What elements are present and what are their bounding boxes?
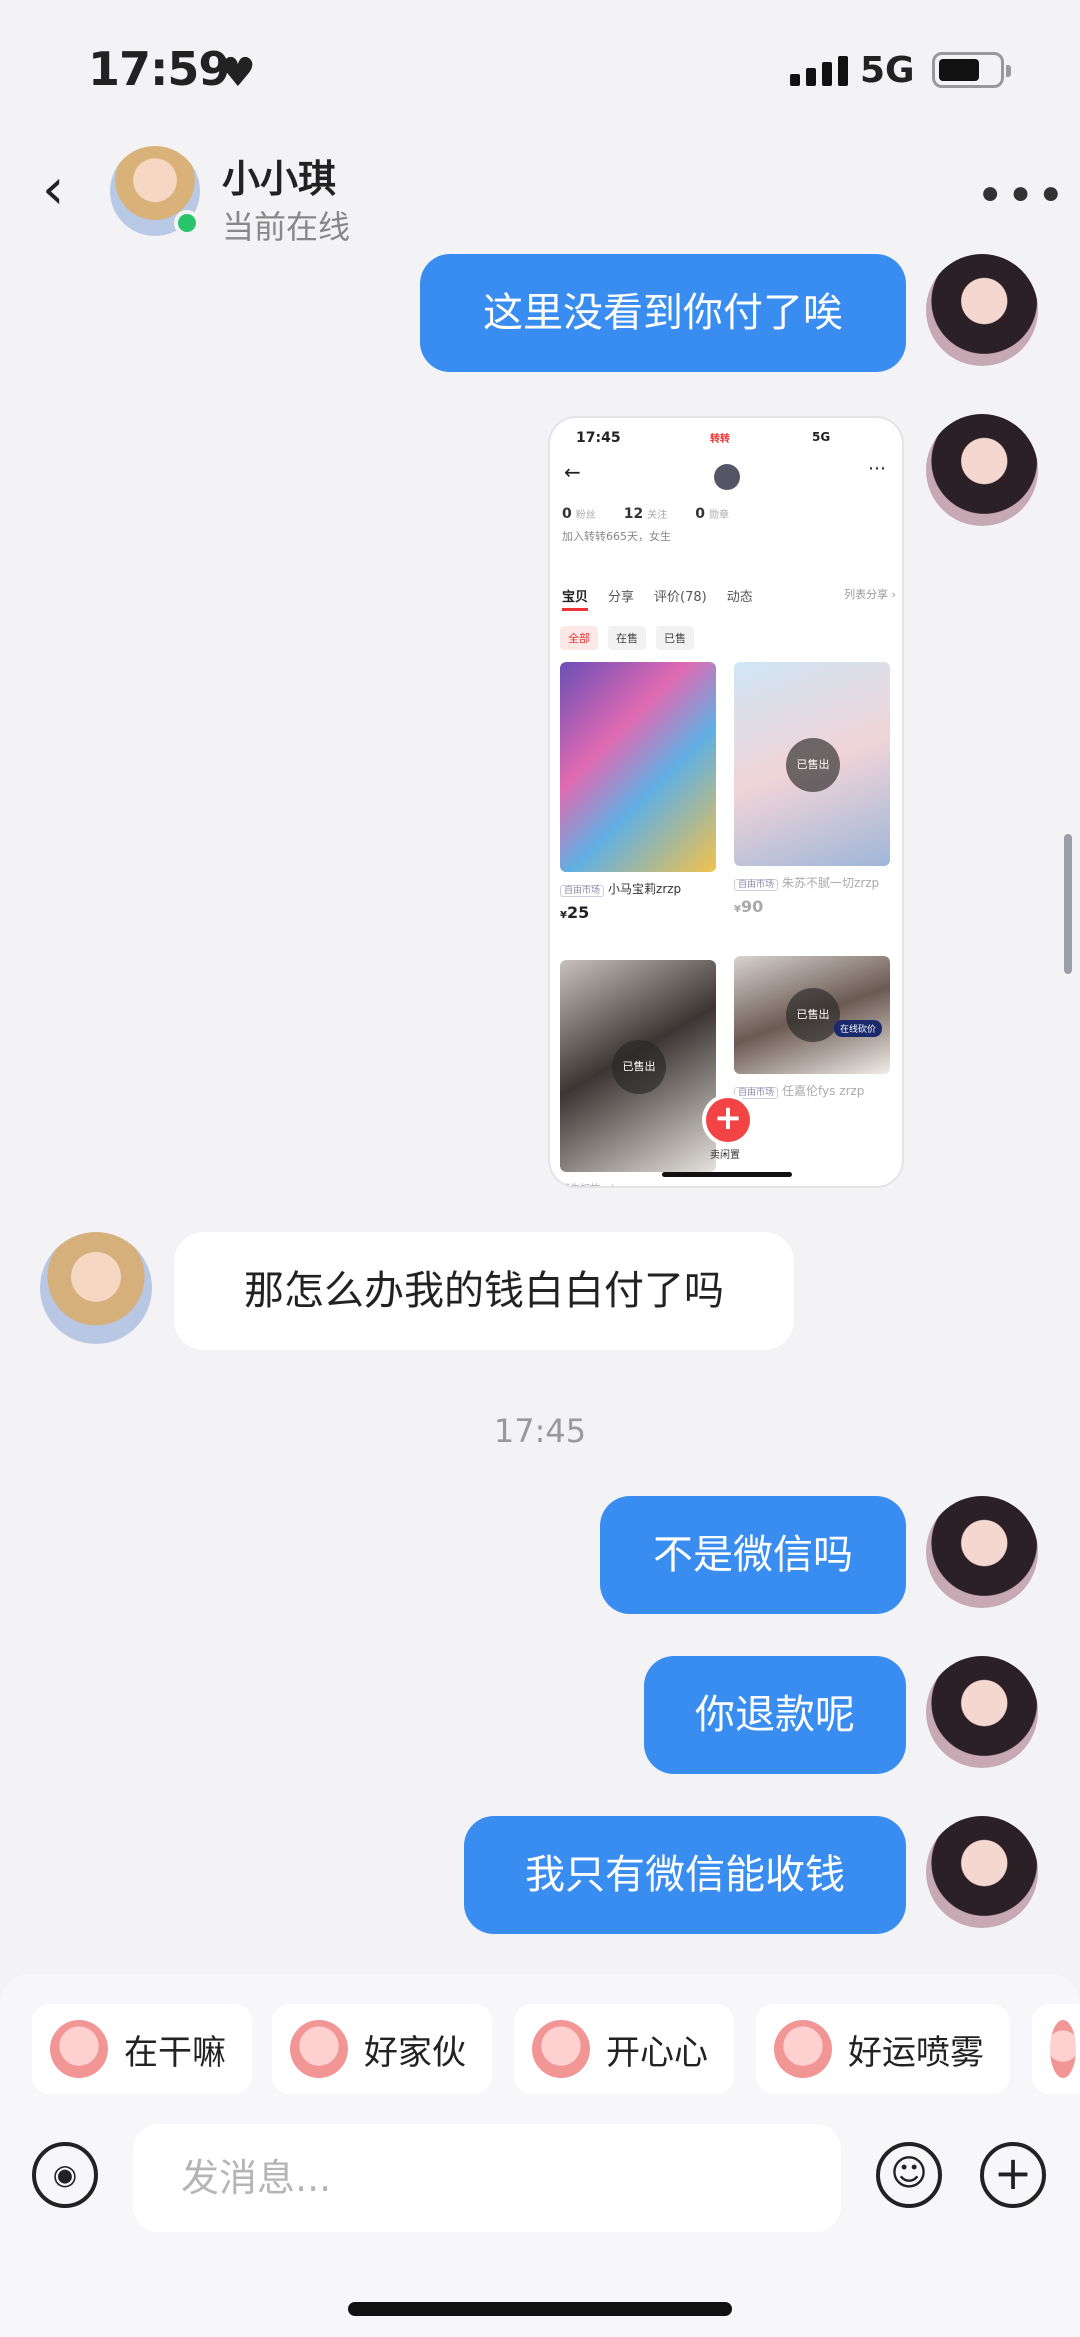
network-label: 5G [860, 50, 915, 91]
battery-icon [932, 52, 1011, 88]
shot-filter: 在售 [608, 626, 646, 650]
shot-status-bar: 17:45 转转 5G [550, 426, 902, 450]
shot-tab: 评价(78) [654, 590, 707, 605]
sticker-icon [774, 2020, 832, 2078]
message-bubble-out[interactable]: 这里没看到你付了唉 [420, 254, 906, 372]
peer-name: 小小琪 [222, 157, 337, 201]
shot-item-image [560, 662, 716, 872]
shot-item-tag: 自由市场 [734, 879, 779, 891]
home-indicator [348, 2302, 732, 2316]
quick-reply-label: 好运喷雾 [848, 2032, 984, 2073]
voice-icon[interactable]: ◉ [32, 2142, 98, 2208]
message-input[interactable] [133, 2124, 841, 2232]
message-bubble-out[interactable]: 我只有微信能收钱 [464, 1816, 906, 1934]
shot-app-logo: 转转 [710, 434, 730, 445]
plus-icon[interactable]: + [980, 2142, 1046, 2208]
shot-sold-badge: 已售出 [612, 1040, 666, 1094]
my-avatar[interactable] [926, 1656, 1038, 1768]
chat-header: ‹ 小小琪 当前在线 ••• [0, 140, 1080, 250]
sticker-icon [1050, 2020, 1076, 2078]
shot-tab: 分享 [608, 590, 635, 605]
shot-network: 5G [812, 430, 831, 444]
shot-negotiate-badge: 在线砍价 [834, 1020, 883, 1037]
shot-item-tag: 自由市场 [560, 885, 605, 897]
quick-reply-label: 开心心 [606, 2032, 708, 2073]
shot-item-price: 90 [740, 897, 764, 916]
shot-filter: 已售 [656, 626, 694, 650]
shot-avatar [714, 464, 740, 490]
heart-icon: ♥ [220, 50, 256, 96]
quick-reply-chip[interactable]: 在干嘛 [32, 2004, 252, 2094]
shot-tab: 宝贝 [562, 586, 589, 611]
sticker-icon [290, 2020, 348, 2078]
shot-item-title: 小马宝莉zrzp [608, 882, 682, 896]
message-bubble-in[interactable]: 那怎么办我的钱白白付了吗 [174, 1232, 794, 1350]
shot-filters: 全部 在售 已售 [560, 626, 694, 650]
scrollbar[interactable] [1064, 834, 1072, 974]
my-avatar[interactable] [926, 1816, 1038, 1928]
shot-stats: 0 粉丝 12 关注 0 勋章 [562, 506, 729, 522]
shot-home-indicator [662, 1172, 792, 1177]
shot-filter: 全部 [560, 626, 598, 650]
shot-join-text: 加入转转665天，女生 [562, 530, 671, 543]
shot-item-card: 自由市场 小马宝莉zrzp ¥25 [560, 662, 716, 922]
shot-stat-value: 12 [623, 506, 644, 522]
quick-reply-label: 在干嘛 [124, 2032, 226, 2073]
shot-tab: 动态 [726, 590, 753, 605]
peer-status: 当前在线 [222, 208, 351, 246]
quick-reply-label: 好家伙 [364, 2032, 466, 2073]
shot-item-price: 25 [566, 903, 590, 922]
status-bar: 17:59 ♥ 5G [0, 0, 1080, 140]
shot-item-title: 朱苏不腻一切zrzp [782, 876, 880, 890]
shot-stat-value: 0 [695, 506, 705, 522]
quick-reply-bar: 在干嘛 好家伙 开心心 好运喷雾 [0, 1974, 1080, 2124]
shot-more-icon: ⋯ [868, 458, 886, 479]
quick-reply-chip[interactable]: 好家伙 [272, 2004, 492, 2094]
message-bubble-out[interactable]: 你退款呢 [644, 1656, 906, 1774]
status-time: 17:59 [88, 42, 230, 96]
shot-stat-label: 勋章 [708, 510, 729, 521]
message-bubble-out[interactable]: 不是微信吗 [600, 1496, 906, 1614]
quick-reply-chip[interactable]: 好运喷雾 [756, 2004, 1010, 2094]
shot-sold-badge: 已售出 [786, 988, 840, 1042]
shot-item-card: 已售出 [560, 960, 716, 1172]
more-icon[interactable]: ••• [976, 168, 1067, 224]
sticker-icon [532, 2020, 590, 2078]
emoji-icon[interactable]: ☺ [876, 2142, 942, 2208]
timestamp: 17:45 [493, 1412, 587, 1450]
quick-reply-chip[interactable]: 开心心 [514, 2004, 734, 2094]
shot-sell-button: + [706, 1098, 750, 1142]
shot-tabs: 宝贝 分享 评价(78) 动态 列表分享 › [562, 586, 896, 611]
shared-screenshot-image[interactable]: 17:45 转转 5G ← ⋯ 0 粉丝 12 关注 0 勋章 加入转转665天，女生… [548, 416, 904, 1188]
quick-reply-chip[interactable] [1032, 2004, 1080, 2094]
my-avatar[interactable] [926, 1496, 1038, 1608]
sticker-icon [50, 2020, 108, 2078]
back-icon[interactable]: ‹ [42, 162, 82, 218]
shot-stat-label: 粉丝 [575, 510, 596, 521]
shot-sold-badge: 已售出 [786, 738, 840, 792]
shot-bottom-item: 周生如故sxb zrzp [560, 1180, 642, 1186]
shot-item-card: 已售出 自由市场 朱苏不腻一切zrzp ¥90 [734, 662, 890, 916]
shot-time: 17:45 [576, 430, 621, 446]
shot-item-title: 任嘉伦fys zrzp [782, 1084, 865, 1098]
signal-icon [790, 56, 848, 86]
peer-avatar[interactable] [40, 1232, 152, 1344]
shot-stat-value: 0 [562, 506, 572, 522]
shot-sell-label: 卖闲置 [710, 1150, 740, 1161]
my-avatar[interactable] [926, 254, 1038, 366]
shot-list-share: 列表分享 › [844, 588, 896, 601]
online-indicator [174, 210, 200, 236]
my-avatar[interactable] [926, 414, 1038, 526]
shot-stat-label: 关注 [647, 510, 668, 521]
shot-back-icon: ← [564, 460, 581, 484]
